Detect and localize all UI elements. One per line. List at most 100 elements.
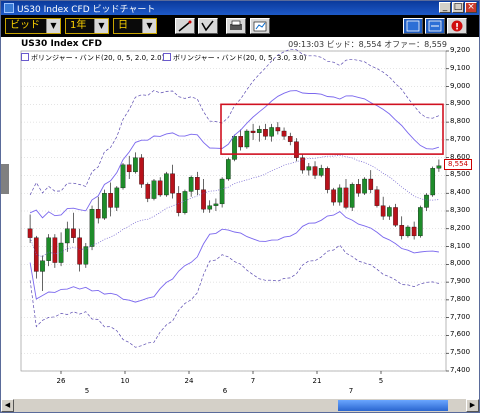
maximize-button[interactable]: □ bbox=[452, 2, 464, 13]
period-value: 1年 bbox=[70, 20, 87, 31]
measure-tool-button[interactable] bbox=[198, 18, 218, 34]
y-tick-label: 7,900 bbox=[450, 277, 471, 286]
candle-body bbox=[64, 228, 70, 244]
save-icon bbox=[406, 20, 420, 32]
candle-body bbox=[337, 187, 343, 203]
candle-body bbox=[287, 136, 293, 142]
save-layout-button[interactable] bbox=[403, 18, 423, 34]
legend-item-bb1[interactable]: ボリンジャー・バンド(20, 0, 5, 2.0, 2.0) bbox=[21, 53, 164, 63]
chevron-down-icon[interactable]: ▼ bbox=[46, 19, 60, 33]
y-tick-label: 8,400 bbox=[450, 188, 471, 197]
candle-body bbox=[40, 260, 45, 272]
price-chart[interactable] bbox=[1, 37, 479, 399]
y-tick-label: 8,100 bbox=[450, 241, 471, 250]
interval-select[interactable]: 日 ▼ bbox=[113, 18, 157, 34]
candle-body bbox=[250, 130, 256, 133]
last-price-label: 8,554 bbox=[444, 159, 472, 170]
scroll-thumb[interactable] bbox=[338, 400, 448, 411]
minimize-button[interactable]: _ bbox=[439, 2, 451, 13]
panel-grip[interactable] bbox=[1, 164, 9, 194]
y-tick-label: 9,000 bbox=[450, 81, 471, 90]
chevron-down-icon[interactable]: ▼ bbox=[142, 19, 156, 33]
price-type-value: ビッド bbox=[10, 20, 40, 31]
y-tick-label: 8,800 bbox=[450, 117, 471, 126]
alert-icon: ! bbox=[451, 20, 463, 33]
candle-body bbox=[343, 187, 349, 208]
toolbar: ビッド ▼ 1年 ▼ 日 ▼ ! bbox=[1, 15, 479, 37]
x-tick-label: 24 bbox=[184, 377, 194, 385]
alert-button[interactable]: ! bbox=[447, 18, 467, 34]
candle-body bbox=[325, 168, 330, 190]
y-tick-label: 8,900 bbox=[450, 99, 471, 108]
candle-body bbox=[269, 127, 274, 137]
candle-body bbox=[374, 189, 380, 206]
x-tick-label: 5 bbox=[378, 377, 384, 385]
print-icon bbox=[230, 20, 242, 30]
chart-area[interactable]: US30 Index CFD 09:13:03 ビッド：8,554 オファー：8… bbox=[1, 37, 479, 399]
interval-value: 日 bbox=[118, 20, 128, 31]
candle-body bbox=[436, 165, 442, 169]
candle-body bbox=[108, 193, 113, 208]
legend-swatch bbox=[163, 53, 171, 61]
price-type-select[interactable]: ビッド ▼ bbox=[5, 18, 61, 34]
export-button[interactable] bbox=[250, 18, 270, 34]
candle-body bbox=[58, 242, 64, 263]
candle-body bbox=[424, 194, 429, 208]
y-tick-label: 9,200 bbox=[450, 46, 471, 54]
candle-body bbox=[95, 209, 101, 219]
trendline-tool-icon bbox=[178, 20, 192, 32]
y-tick-label: 8,500 bbox=[450, 170, 471, 179]
y-tick-label: 8,300 bbox=[450, 206, 471, 214]
candle-body bbox=[195, 177, 200, 190]
y-tick-label: 7,500 bbox=[450, 348, 471, 357]
settings-button[interactable] bbox=[425, 18, 445, 34]
candle-body bbox=[170, 173, 175, 194]
candle-body bbox=[232, 136, 237, 160]
candle-body bbox=[126, 164, 132, 173]
trendline-tool-button[interactable] bbox=[175, 18, 195, 34]
chart-window: US30 Index CFD ビッドチャート _ □ × ビッド ▼ 1年 ▼ … bbox=[0, 0, 480, 413]
legend-label: ボリンジャー・バンド(20, 0, 5, 3.0, 3.0) bbox=[173, 54, 307, 62]
period-select[interactable]: 1年 ▼ bbox=[65, 18, 109, 34]
candle-body bbox=[405, 226, 411, 237]
y-tick-label: 8,200 bbox=[450, 223, 471, 232]
candle-body bbox=[411, 226, 417, 237]
candle-body bbox=[256, 129, 262, 133]
scroll-left-button[interactable]: ◀ bbox=[1, 399, 14, 412]
candle-body bbox=[244, 130, 250, 148]
title-bar[interactable]: US30 Index CFD ビッドチャート _ □ × bbox=[1, 1, 479, 15]
candle-body bbox=[71, 228, 76, 238]
scroll-right-button[interactable]: ▶ bbox=[466, 399, 479, 412]
legend-label: ボリンジャー・バンド(20, 0, 5, 2.0, 2.0) bbox=[31, 54, 165, 62]
candle-body bbox=[430, 168, 436, 196]
candle-body bbox=[306, 166, 312, 171]
print-button[interactable] bbox=[226, 18, 246, 34]
candle-body bbox=[27, 228, 33, 238]
candle-body bbox=[318, 168, 324, 176]
candle-body bbox=[387, 207, 392, 217]
y-tick-label: 7,400 bbox=[450, 366, 471, 374]
x-tick-label: 26 bbox=[56, 377, 66, 385]
candle-body bbox=[77, 237, 82, 265]
candle-body bbox=[331, 189, 336, 203]
candle-body bbox=[151, 180, 157, 199]
chevron-down-icon[interactable]: ▼ bbox=[94, 19, 108, 33]
legend-item-bb2[interactable]: ボリンジャー・バンド(20, 0, 5, 3.0, 3.0) bbox=[163, 53, 306, 63]
x-month-label: 6 bbox=[222, 387, 228, 395]
window-title: US30 Index CFD ビッドチャート bbox=[17, 5, 156, 15]
candle-body bbox=[201, 189, 206, 210]
candle-body bbox=[399, 225, 405, 237]
candle-body bbox=[368, 178, 374, 190]
candle-body bbox=[362, 178, 367, 194]
x-tick-label: 7 bbox=[250, 377, 256, 385]
horizontal-scrollbar[interactable]: ◀ ▶ bbox=[1, 399, 479, 412]
candle-body bbox=[46, 237, 51, 261]
x-month-label: 7 bbox=[348, 387, 354, 395]
candle-body bbox=[102, 193, 107, 219]
close-button[interactable]: × bbox=[465, 2, 477, 13]
candle-body bbox=[393, 207, 398, 226]
y-tick-label: 7,600 bbox=[450, 330, 471, 339]
svg-text:!: ! bbox=[455, 23, 459, 33]
candle-body bbox=[89, 209, 95, 247]
candle-body bbox=[225, 159, 231, 180]
